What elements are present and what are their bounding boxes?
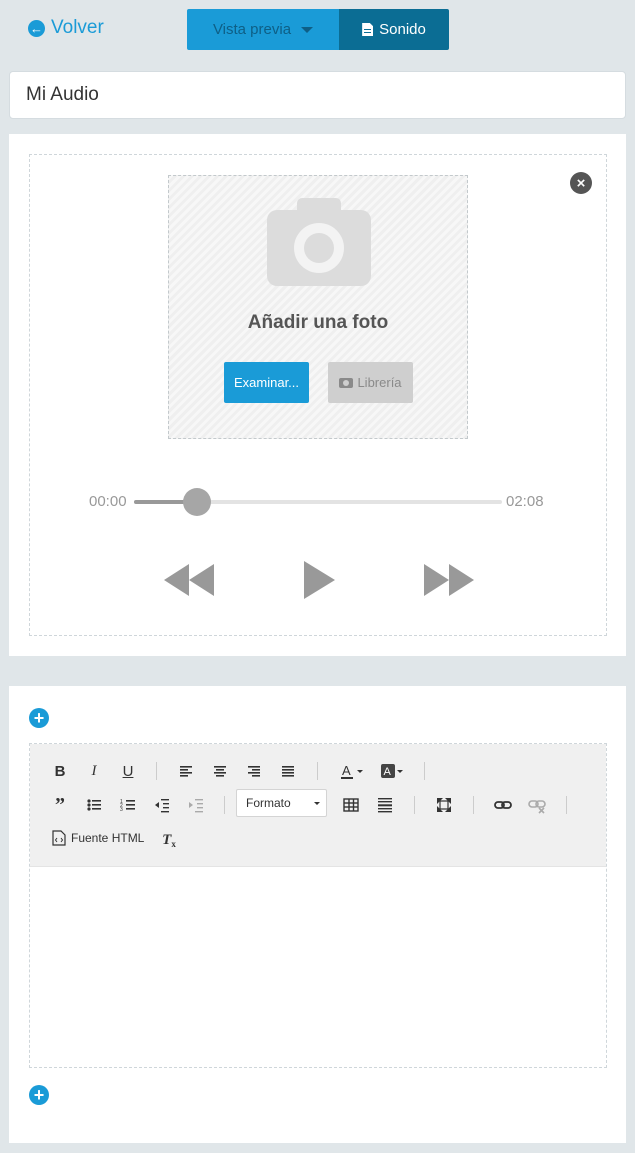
background-color-icon[interactable]: A	[378, 760, 406, 782]
bold-icon[interactable]: B	[49, 760, 71, 782]
duration: 02:08	[506, 493, 544, 510]
html-source-button[interactable]: Fuente HTML	[52, 830, 144, 846]
format-select-label: Formato	[246, 796, 291, 810]
arrow-left-circle-icon: ←	[28, 19, 45, 37]
toolbar-divider	[424, 762, 425, 780]
bulleted-list-icon[interactable]	[83, 794, 105, 816]
underline-icon[interactable]: U	[117, 760, 139, 782]
seek-handle[interactable]	[182, 488, 211, 516]
toolbar-divider	[156, 762, 157, 780]
play-icon[interactable]	[302, 560, 336, 600]
fullscreen-icon[interactable]	[433, 794, 455, 816]
table-icon[interactable]	[340, 794, 362, 816]
current-time: 00:00	[89, 493, 127, 510]
svg-text:3: 3	[120, 807, 123, 813]
caret-down-icon	[314, 802, 320, 805]
svg-text:A: A	[384, 766, 392, 778]
toolbar-divider	[317, 762, 318, 780]
seek-bar[interactable]	[134, 488, 502, 516]
text-color-icon[interactable]: A	[338, 760, 366, 782]
add-photo-label: Añadir una foto	[247, 312, 389, 333]
browse-button[interactable]: Examinar...	[224, 362, 309, 403]
editor-toolbar: B I U A A ” 123 Formato Fuente HTML T x	[30, 744, 606, 867]
preview-label: Vista previa	[212, 21, 292, 38]
sound-button[interactable]: Sonido	[339, 9, 449, 50]
plus-circle-icon[interactable]: +	[29, 1085, 49, 1105]
unlink-icon[interactable]	[526, 794, 548, 816]
plus-circle-icon[interactable]: +	[29, 708, 49, 728]
library-button[interactable]: Librería	[328, 362, 413, 403]
indent-icon[interactable]	[185, 794, 207, 816]
view-toggle: Vista previa Sonido	[187, 9, 449, 50]
blockquote-icon[interactable]: ”	[49, 794, 71, 816]
link-icon[interactable]	[492, 794, 514, 816]
rewind-icon[interactable]	[163, 560, 215, 600]
align-right-icon[interactable]	[243, 760, 265, 782]
format-select[interactable]: Formato	[236, 789, 327, 817]
preview-dropdown-button[interactable]: Vista previa	[187, 9, 339, 50]
align-left-icon[interactable]	[175, 760, 197, 782]
rich-text-editor: B I U A A ” 123 Formato Fuente HTML T x	[29, 743, 607, 1068]
html-source-label: Fuente HTML	[71, 831, 145, 845]
back-label: Volver	[51, 17, 104, 38]
fast-forward-icon[interactable]	[423, 560, 475, 600]
horizontal-rule-icon[interactable]	[374, 794, 396, 816]
caret-down-icon	[301, 26, 314, 33]
toolbar-divider	[224, 796, 225, 814]
camera-icon	[267, 198, 371, 286]
source-code-icon	[52, 830, 66, 846]
toolbar-divider	[566, 796, 567, 814]
camera-icon	[339, 377, 354, 388]
file-icon	[362, 23, 374, 36]
align-center-icon[interactable]	[209, 760, 231, 782]
svg-text:A: A	[342, 763, 351, 778]
clear-formatting-icon[interactable]: Tx	[158, 829, 180, 851]
italic-icon[interactable]: I	[83, 760, 105, 782]
photo-dropzone[interactable]: Añadir una foto Examinar... Librería	[168, 175, 468, 439]
library-label: Librería	[357, 375, 402, 390]
align-justify-icon[interactable]	[277, 760, 299, 782]
outdent-icon[interactable]	[151, 794, 173, 816]
sound-label: Sonido	[379, 21, 426, 38]
toolbar-divider	[473, 796, 474, 814]
title-input[interactable]	[9, 71, 626, 119]
toolbar-divider	[414, 796, 415, 814]
numbered-list-icon[interactable]: 123	[117, 794, 139, 816]
close-circle-icon[interactable]: ×	[570, 172, 592, 194]
editor-content-area[interactable]	[30, 868, 606, 1068]
back-link[interactable]: ← Volver	[28, 17, 104, 39]
